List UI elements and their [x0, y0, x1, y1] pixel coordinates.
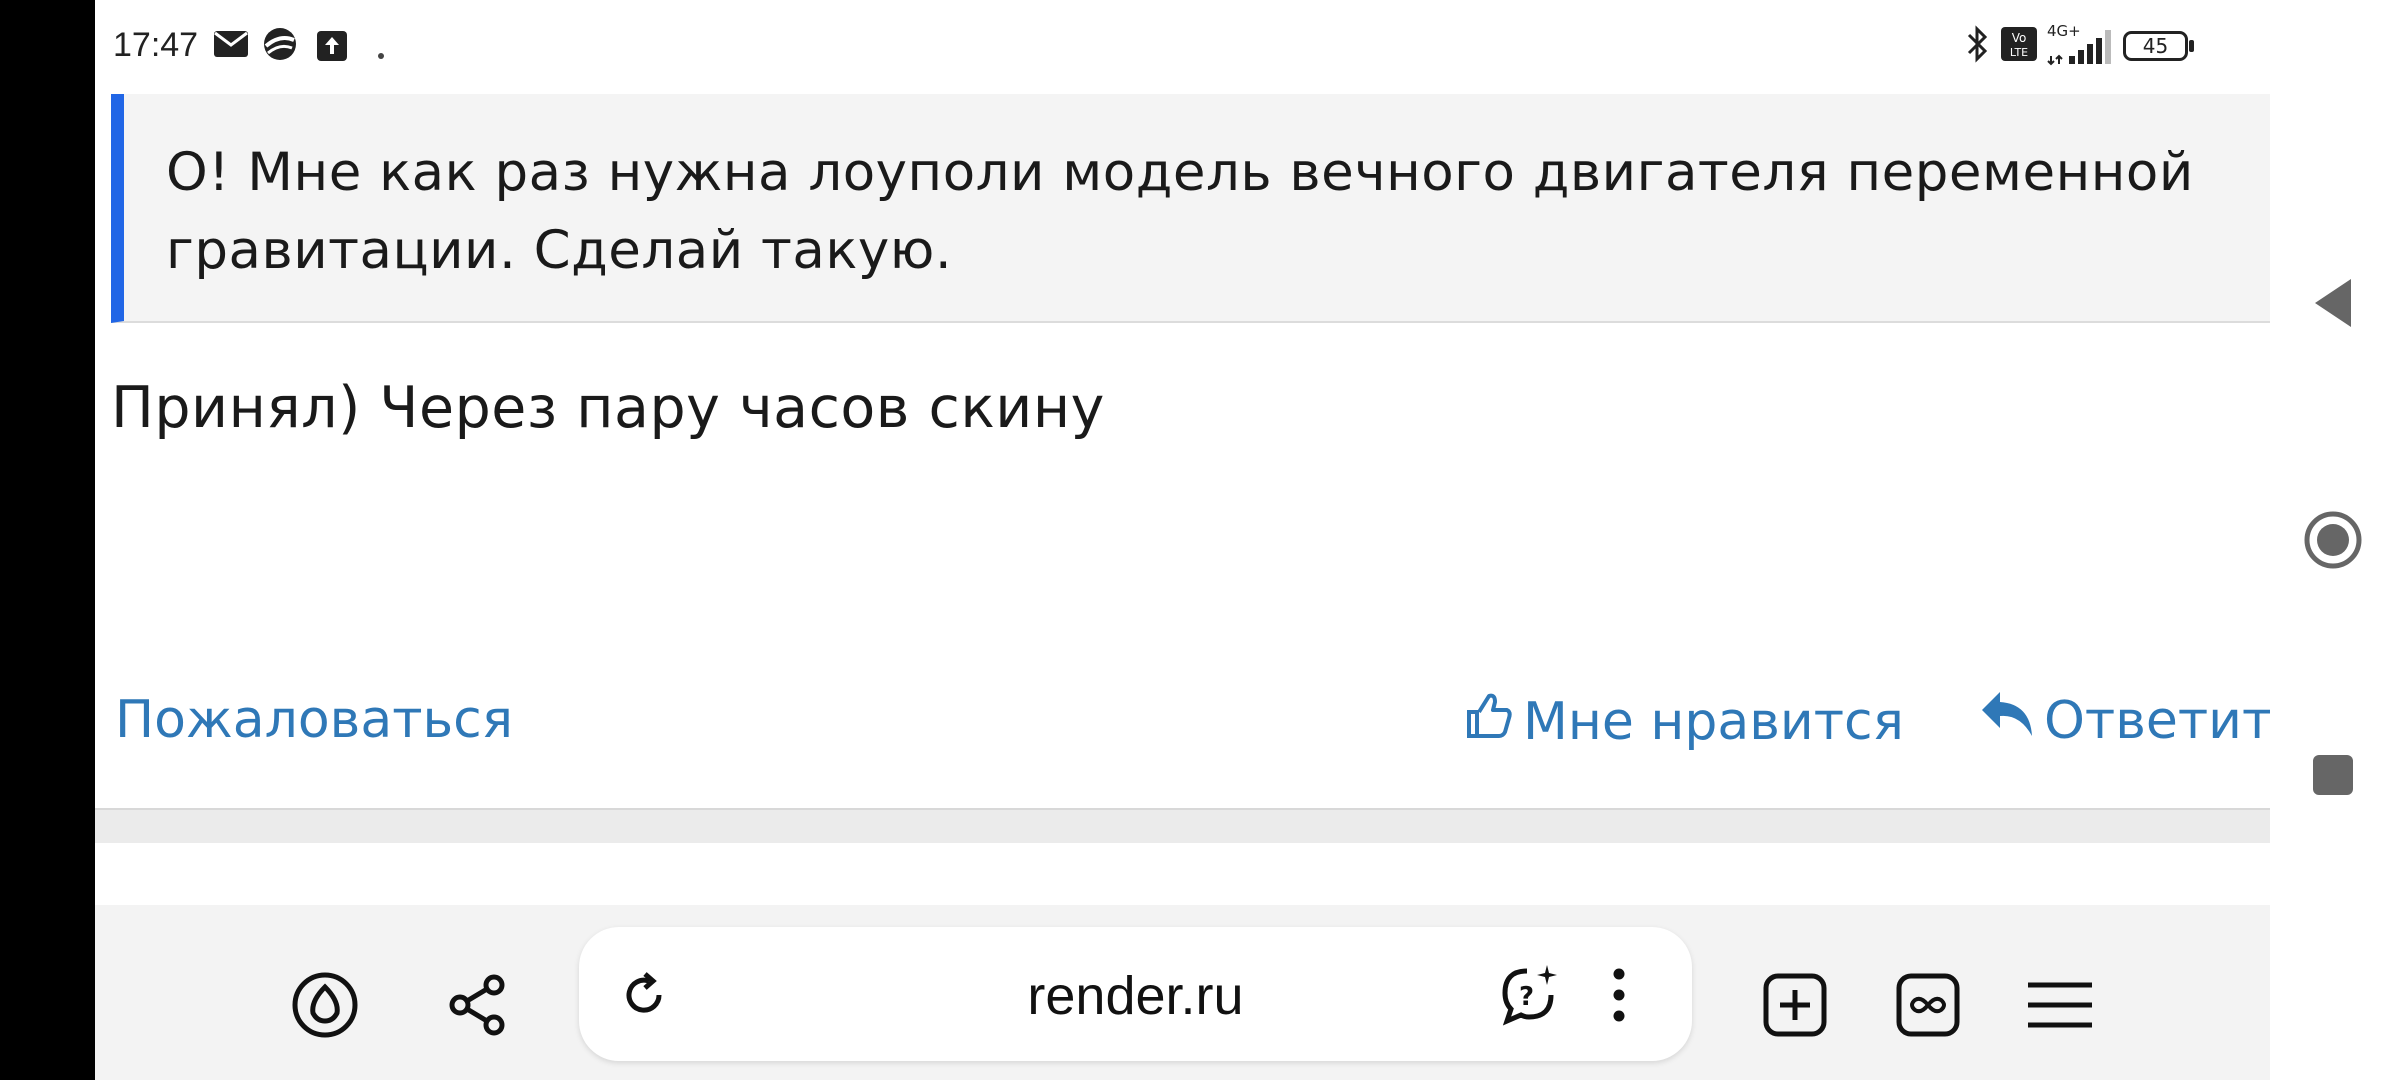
thumbs-up-icon: [1465, 690, 1513, 753]
mail-icon: [213, 30, 249, 62]
new-tab-icon[interactable]: [1755, 965, 1835, 1045]
status-time: 17:47: [113, 26, 199, 64]
ai-chat-icon[interactable]: ?: [1489, 955, 1569, 1035]
home-icon[interactable]: [2298, 505, 2368, 575]
dot-icon: [378, 44, 384, 63]
address-bar[interactable]: render.ru ?: [579, 927, 1692, 1061]
reply-text: Принял) Через пару часов скину: [111, 375, 1105, 441]
quote-block: О! Мне как раз нужна лоуполи модель вечн…: [111, 94, 2270, 323]
bluetooth-icon: [1965, 25, 1991, 67]
back-icon[interactable]: [2298, 268, 2368, 338]
app-icon: [261, 26, 299, 66]
recents-icon[interactable]: [2298, 740, 2368, 810]
answer-label: Ответит: [2044, 690, 2270, 751]
battery-level: 45: [2142, 34, 2169, 58]
system-nav-bar: [2270, 0, 2400, 1080]
post-actions: Пожаловаться Мне нравится Ответит: [95, 690, 2270, 770]
alice-icon[interactable]: [285, 965, 365, 1045]
browser-toolbar: render.ru ?: [95, 905, 2270, 1080]
post-divider: [95, 808, 2270, 843]
signal-icon: 4G+: [2047, 22, 2113, 66]
volte-icon: Vo LTE: [2001, 27, 2037, 65]
answer-button[interactable]: Ответит: [1980, 690, 2270, 751]
browser-screen: 17:47 Vo LTE 4G+ 45 О! Мне как раз нужна…: [95, 0, 2270, 1080]
menu-icon[interactable]: [2020, 965, 2100, 1045]
status-bar: 17:47 Vo LTE 4G+ 45: [95, 0, 2270, 92]
reply-arrow-icon: [1980, 690, 2034, 751]
share-icon[interactable]: [438, 965, 518, 1045]
like-button[interactable]: Мне нравится: [1465, 690, 1904, 753]
tabs-icon[interactable]: [1888, 965, 1968, 1045]
report-link[interactable]: Пожаловаться: [115, 690, 513, 750]
like-label: Мне нравится: [1523, 691, 1904, 752]
svg-text:Vo: Vo: [2012, 31, 2027, 45]
status-icons: Vo LTE 4G+ 45: [1965, 22, 2195, 70]
svg-text:LTE: LTE: [2010, 46, 2028, 59]
upload-icon: [317, 31, 347, 65]
svg-text:?: ?: [1519, 982, 1534, 1012]
quote-text: О! Мне как раз нужна лоуполи модель вечн…: [166, 142, 2194, 281]
battery-icon: 45: [2123, 31, 2195, 61]
more-icon[interactable]: [1579, 955, 1659, 1035]
